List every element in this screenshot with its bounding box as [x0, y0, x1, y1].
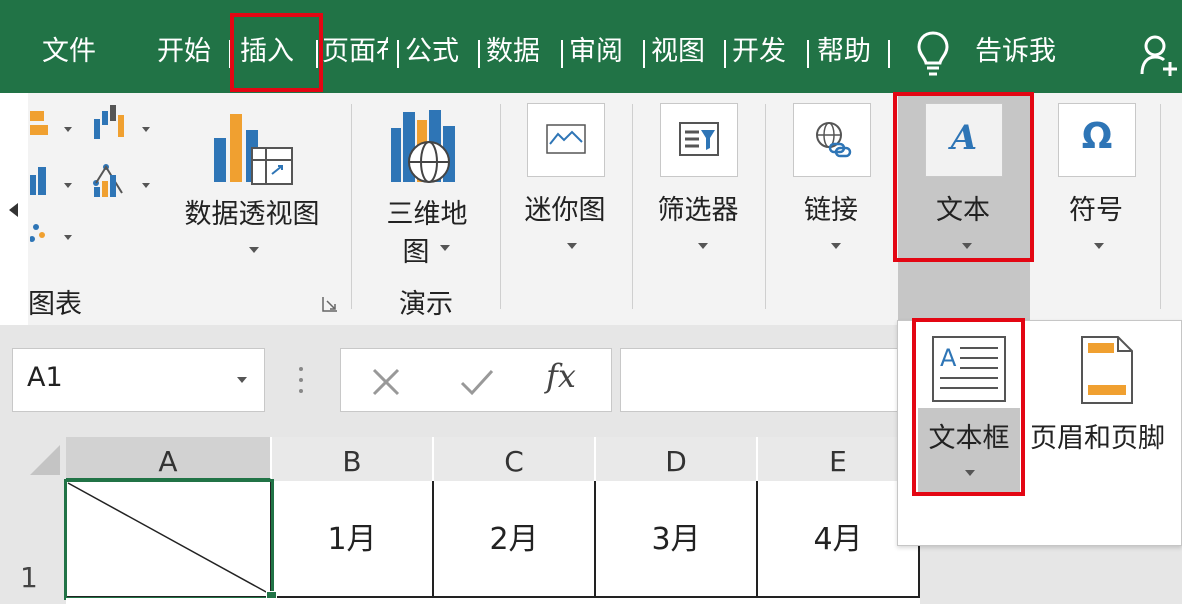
column-header-c[interactable]: C: [434, 437, 596, 481]
sparkline-label[interactable]: 迷你图: [515, 188, 615, 227]
cancel-x-icon[interactable]: [371, 367, 401, 397]
tab-file[interactable]: 文件: [42, 32, 112, 72]
filter-label[interactable]: 筛选器: [648, 188, 748, 227]
3d-map-icon[interactable]: [389, 108, 465, 186]
tab-home[interactable]: 开始: [157, 32, 221, 72]
cell-e1[interactable]: 4月: [758, 481, 920, 598]
chevron-down-icon[interactable]: [698, 243, 708, 249]
column-header-e[interactable]: E: [758, 437, 920, 481]
chevron-left-icon: [9, 203, 18, 217]
chevron-down-icon[interactable]: [237, 377, 247, 383]
tab-help[interactable]: 帮助: [817, 32, 881, 72]
tab-view[interactable]: 视图: [651, 32, 717, 72]
3d-map-label-line2[interactable]: 图: [396, 230, 436, 269]
next-row-sliver: [66, 598, 920, 604]
tab-developer[interactable]: 开发: [732, 32, 798, 72]
symbol-label[interactable]: 符号: [1046, 188, 1146, 227]
tab-separator: [643, 40, 645, 68]
group-separator: [500, 104, 501, 309]
chart-type-icons[interactable]: [30, 105, 160, 245]
ribbon-tab-bar: 文件 开始 插入 页面布 公式 数据 审阅 视图 开发 帮助 告诉我: [0, 0, 1182, 93]
ribbon-scroll-left[interactable]: [0, 93, 28, 325]
tab-review[interactable]: 审阅: [569, 32, 635, 72]
formula-input[interactable]: [620, 348, 900, 412]
tab-separator: [397, 40, 399, 68]
chevron-down-icon[interactable]: [567, 243, 577, 249]
group-label-charts: 图表: [28, 289, 82, 320]
fx-icon[interactable]: fx: [546, 357, 576, 395]
tab-separator: [724, 40, 726, 68]
lightbulb-icon[interactable]: [915, 30, 951, 78]
group-separator: [351, 104, 352, 309]
column-header-b[interactable]: B: [272, 437, 434, 481]
tab-separator: [478, 40, 480, 68]
pivot-chart-icon[interactable]: [212, 108, 296, 188]
drag-handle-icon[interactable]: [296, 364, 306, 396]
active-cell-border: [64, 479, 274, 600]
cell-b1[interactable]: 1月: [272, 481, 434, 598]
group-separator: [1160, 104, 1161, 309]
group-separator: [765, 104, 766, 309]
link-button[interactable]: [793, 103, 871, 177]
chevron-down-icon[interactable]: [831, 243, 841, 249]
cell-d1[interactable]: 3月: [596, 481, 758, 598]
pivot-chart-label[interactable]: 数据透视图: [172, 192, 332, 231]
sparkline-button[interactable]: [527, 103, 605, 177]
name-box-value: A1: [27, 362, 63, 393]
symbol-button[interactable]: Ω: [1058, 103, 1136, 177]
tab-formulas[interactable]: 公式: [405, 32, 471, 72]
column-header-a[interactable]: A: [66, 437, 272, 481]
tell-me-search[interactable]: 告诉我: [975, 32, 1075, 72]
tab-page-layout[interactable]: 页面布: [322, 32, 388, 72]
select-all-triangle-icon: [30, 445, 60, 475]
highlight-text-button: [893, 92, 1034, 262]
dialog-launcher-icon[interactable]: [322, 296, 338, 312]
row-number: 1: [20, 561, 38, 594]
highlight-textbox-option: [912, 318, 1025, 496]
header-footer-label[interactable]: 页眉和页脚: [1030, 416, 1182, 455]
column-header-d[interactable]: D: [596, 437, 758, 481]
group-label-tours: 演示: [399, 289, 453, 320]
filter-button[interactable]: [660, 103, 738, 177]
share-person-icon[interactable]: [1140, 34, 1180, 78]
tab-separator: [888, 40, 890, 68]
link-globe-icon: [816, 122, 852, 158]
link-label[interactable]: 链接: [781, 188, 881, 227]
row-header-1[interactable]: 1: [0, 481, 66, 604]
sparkline-icon: [546, 124, 586, 154]
chevron-down-icon[interactable]: [1094, 243, 1104, 249]
tab-separator: [807, 40, 809, 68]
cell-c1[interactable]: 2月: [434, 481, 596, 598]
tab-separator: [561, 40, 563, 68]
3d-map-label[interactable]: 三维地: [374, 192, 480, 231]
highlight-insert-tab: [230, 13, 323, 92]
slicer-icon: [679, 122, 719, 156]
omega-icon: Ω: [1081, 116, 1113, 157]
confirm-check-icon[interactable]: [459, 367, 495, 397]
group-separator: [632, 104, 633, 309]
formula-buttons: fx: [340, 348, 612, 412]
chevron-down-icon[interactable]: [440, 245, 450, 251]
chevron-down-icon[interactable]: [249, 247, 259, 253]
tab-data[interactable]: 数据: [486, 32, 552, 72]
header-footer-icon[interactable]: [1080, 335, 1134, 405]
select-all-corner[interactable]: [0, 437, 66, 481]
name-box[interactable]: A1: [12, 348, 265, 412]
